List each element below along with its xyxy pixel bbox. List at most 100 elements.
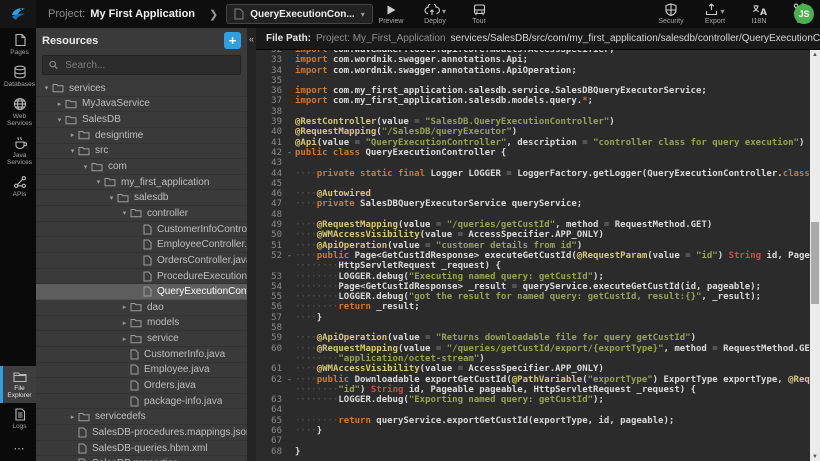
rail-item-java-services[interactable]: JavaServices (0, 131, 36, 170)
code-line[interactable]: 60····@RequestMapping(value = "/queries/… (256, 344, 810, 354)
code-line[interactable]: 48 (256, 210, 810, 220)
code-line[interactable]: 61····@WMAccessVisibility(value = Access… (256, 364, 810, 374)
code-line[interactable]: 44····private static final Logger LOGGER… (256, 169, 810, 179)
code-line[interactable]: 36import com.my_first_application.salesd… (256, 86, 810, 96)
tree-item-my-first-application[interactable]: ▾my_first_application (36, 175, 247, 191)
tree-item-customerinfo-java[interactable]: CustomerInfo.java (36, 347, 247, 363)
tour-button[interactable]: Tour (464, 2, 494, 25)
code-line[interactable]: 37import com.my_first_application.salesd… (256, 96, 810, 106)
code-line[interactable]: 67 (256, 436, 810, 446)
rail-item-databases[interactable]: Databases (0, 60, 36, 92)
code-line[interactable]: 40@RequestMapping("/SalesDB/queryExecuto… (256, 127, 810, 137)
fold-marker-icon[interactable]: - (284, 251, 295, 261)
editor-scrollbar[interactable]: ▲ ▼ (810, 50, 820, 461)
code-line[interactable]: 66····} (256, 426, 810, 436)
code-line[interactable]: 39@RestController(value = "SalesDB.Query… (256, 117, 810, 127)
code-line[interactable]: 56········return _result; (256, 302, 810, 312)
code-line[interactable]: 54········Page<GetCustIdResponse> _resul… (256, 282, 810, 292)
tree-item-services[interactable]: ▾services (36, 81, 247, 97)
tree-item-service[interactable]: ▸service (36, 331, 247, 347)
code-line[interactable]: 59····@ApiOperation(value = "Returns dow… (256, 333, 810, 343)
scroll-down-icon[interactable]: ▼ (810, 452, 820, 461)
code-line[interactable]: 51····@ApiOperation(value = "customer de… (256, 241, 810, 251)
code-line[interactable]: ········HttpServletRequest _request) { (256, 261, 810, 271)
tree-item-src[interactable]: ▾src (36, 144, 247, 160)
security-button[interactable]: Security (656, 2, 686, 25)
search-input[interactable] (63, 59, 234, 72)
code-text: import com.wordnik.swagger.annotations.A… (295, 55, 528, 65)
rail-item-pages[interactable]: Pages (0, 28, 36, 60)
rail-item-file-explorer[interactable]: FileExplorer (0, 366, 36, 403)
code-line[interactable]: 65········return queryService.exportGetC… (256, 416, 810, 426)
tree-item-myjavaservice[interactable]: ▸MyJavaService (36, 97, 247, 113)
user-avatar[interactable]: JS (794, 4, 814, 24)
code-line[interactable]: 55········LOGGER.debug("got the result f… (256, 292, 810, 302)
tree-item-salesdb-queries-hbm-xml[interactable]: SalesDB-queries.hbm.xml (36, 441, 247, 457)
tree-item-salesdb-procedures-mappings-json[interactable]: SalesDB-procedures.mappings.json (36, 425, 247, 441)
code-line[interactable]: 47····private SalesDBQueryExecutorServic… (256, 199, 810, 209)
code-line[interactable]: 45 (256, 179, 810, 189)
project-name[interactable]: My First Application (90, 8, 195, 20)
code-text: ····private SalesDBQueryExecutorService … (295, 199, 582, 209)
code-line[interactable]: 38 (256, 107, 810, 117)
scrollbar-thumb[interactable] (811, 222, 819, 304)
tree-item-orders-java[interactable]: Orders.java (36, 378, 247, 394)
tree-item-salesdb[interactable]: ▾SalesDB (36, 112, 247, 128)
tree-item-models[interactable]: ▸models (36, 316, 247, 332)
tree-item-salesdb-properties[interactable]: SalesDB.properties (36, 456, 247, 461)
i18n-button[interactable]: AI18N (744, 2, 774, 25)
tree-item-designtime[interactable]: ▸designtime (36, 128, 247, 144)
tree-item-queryexecutioncontroller-java[interactable]: QueryExecutionController.java (36, 284, 247, 300)
tree-item-com[interactable]: ▾com (36, 159, 247, 175)
code-line[interactable]: 58 (256, 323, 810, 333)
code-line[interactable]: ········"id") String id, Pageable pageab… (256, 385, 810, 395)
tree-item-salesdb[interactable]: ▾salesdb (36, 190, 247, 206)
code-line[interactable]: 64 (256, 405, 810, 415)
collapse-panel-icon[interactable]: « (247, 34, 256, 44)
rail-item-more[interactable]: ⋯ (0, 434, 36, 461)
open-file-dropdown[interactable]: QueryExecutionCon... ▾ (226, 4, 372, 24)
tree-item-dao[interactable]: ▸dao (36, 300, 247, 316)
tree-item-customerinfocontroller-java[interactable]: CustomerInfoController.java (36, 222, 247, 238)
code-line[interactable]: 57····} (256, 313, 810, 323)
tree-item-orderscontroller-java[interactable]: OrdersController.java (36, 253, 247, 269)
logs-icon (14, 408, 26, 421)
preview-button[interactable]: Preview (376, 2, 406, 25)
search-box[interactable] (42, 55, 241, 75)
code-line[interactable]: 35 (256, 76, 810, 86)
code-line[interactable]: 52-····public Page<GetCustIdResponse> ex… (256, 251, 810, 261)
code-line[interactable]: 43 (256, 158, 810, 168)
tree-item-controller[interactable]: ▾controller (36, 206, 247, 222)
rail-item-logs[interactable]: Logs (0, 403, 36, 434)
code-line[interactable]: 68} (256, 447, 810, 457)
fold-marker-icon[interactable]: - (284, 148, 295, 158)
app-logo[interactable] (0, 0, 36, 28)
code-line[interactable]: 63········LOGGER.debug("Exporting named … (256, 395, 810, 405)
code-line[interactable]: 49····@RequestMapping(value = "/queries/… (256, 220, 810, 230)
code-line[interactable]: 53········LOGGER.debug("Executing named … (256, 272, 810, 282)
deploy-button[interactable]: ▾Deploy (420, 2, 450, 25)
code-line[interactable]: 62-····public Downloadable exportGetCust… (256, 375, 810, 385)
code-line[interactable]: 33import com.wordnik.swagger.annotations… (256, 55, 810, 65)
code-line[interactable]: ········"application/octet-stream") (256, 354, 810, 364)
export-button[interactable]: ▾Export (700, 2, 730, 25)
line-number: 49 (256, 220, 284, 230)
fold-marker-icon[interactable]: - (284, 375, 295, 385)
code-line[interactable]: 50····@WMAccessVisibility(value = Access… (256, 230, 810, 240)
code-line[interactable]: 34import com.wordnik.swagger.annotations… (256, 66, 810, 76)
code-editor[interactable]: 32import com.wavemaker.tools.api.core.mo… (256, 50, 820, 461)
code-text: import com.wordnik.swagger.annotations.A… (295, 66, 577, 76)
code-line[interactable]: 42-public class QueryExecutionController… (256, 148, 810, 158)
resources-header: Resources + (36, 28, 247, 53)
rail-item-web-services[interactable]: WebServices (0, 92, 36, 131)
code-line[interactable]: 46····@Autowired (256, 189, 810, 199)
tree-item-servicedefs[interactable]: ▸servicedefs (36, 409, 247, 425)
code-line[interactable]: 41@Api(value = "QueryExecutionController… (256, 138, 810, 148)
tree-item-employeecontroller-java[interactable]: EmployeeController.java (36, 237, 247, 253)
rail-item-apis[interactable]: APIs (0, 170, 36, 202)
tree-item-package-info-java[interactable]: package-info.java (36, 394, 247, 410)
add-resource-button[interactable]: + (224, 32, 241, 49)
tree-item-procedureexecutioncontroller-java[interactable]: ProcedureExecutionController.java (36, 269, 247, 285)
tree-item-employee-java[interactable]: Employee.java (36, 363, 247, 379)
scroll-up-icon[interactable]: ▲ (810, 50, 820, 59)
